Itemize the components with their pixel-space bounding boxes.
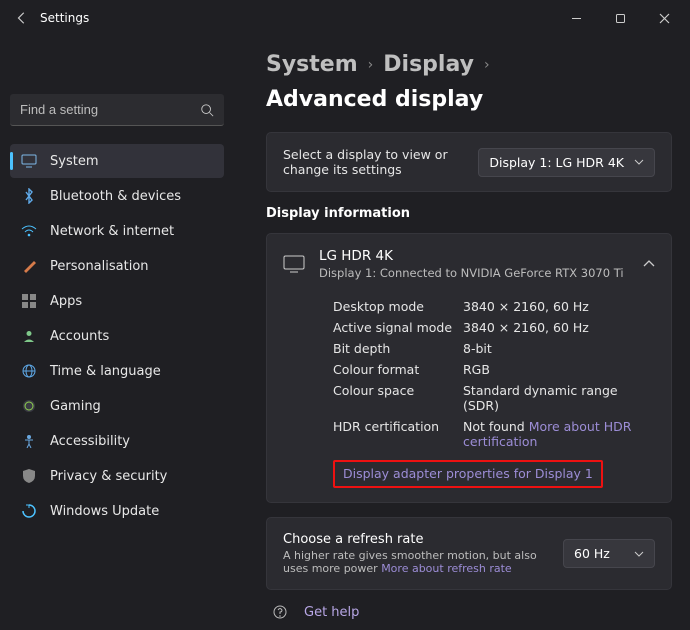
refresh-more-link[interactable]: More about refresh rate <box>381 562 512 575</box>
back-button[interactable] <box>4 11 40 25</box>
v-hdr-cert: Not found More about HDR certification <box>463 419 655 449</box>
v-colour-space: Standard dynamic range (SDR) <box>463 383 655 413</box>
select-display-panel: Select a display to view or change its s… <box>266 132 672 192</box>
nav-item-bluetooth[interactable]: Bluetooth & devices <box>10 179 224 213</box>
breadcrumb-display[interactable]: Display <box>383 52 474 77</box>
chevron-right-icon: › <box>484 57 490 73</box>
nav-label: System <box>50 154 98 169</box>
display-selector-value: Display 1: LG HDR 4K <box>489 155 624 170</box>
nav-item-system[interactable]: System <box>10 144 224 178</box>
select-display-text: Select a display to view or change its s… <box>283 147 462 177</box>
accounts-icon <box>20 327 38 345</box>
chevron-right-icon: › <box>368 57 374 73</box>
nav-item-time[interactable]: Time & language <box>10 354 224 388</box>
k-colour-space: Colour space <box>333 383 463 413</box>
display-info-card: LG HDR 4K Display 1: Connected to NVIDIA… <box>266 233 672 503</box>
refresh-rate-value: 60 Hz <box>574 546 610 561</box>
k-hdr-cert: HDR certification <box>333 419 463 449</box>
display-info-header[interactable]: LG HDR 4K Display 1: Connected to NVIDIA… <box>267 234 671 294</box>
k-desktop-mode: Desktop mode <box>333 299 463 314</box>
breadcrumb: System › Display › Advanced display <box>266 52 672 112</box>
v-bit-depth: 8-bit <box>463 341 655 356</box>
refresh-rate-panel: Choose a refresh rate A higher rate give… <box>266 517 672 590</box>
search-input[interactable] <box>20 102 200 117</box>
nav-label: Network & internet <box>50 224 174 239</box>
nav-item-network[interactable]: Network & internet <box>10 214 224 248</box>
display-info-title: Display information <box>266 206 672 221</box>
nav-label: Privacy & security <box>50 469 167 484</box>
hdr-cert-value: Not found <box>463 419 529 434</box>
nav-label: Apps <box>50 294 82 309</box>
refresh-sub: A higher rate gives smoother motion, but… <box>283 549 547 575</box>
nav-label: Accessibility <box>50 434 130 449</box>
nav-label: Accounts <box>50 329 109 344</box>
breadcrumb-current: Advanced display <box>266 87 483 112</box>
k-bit-depth: Bit depth <box>333 341 463 356</box>
nav-list: System Bluetooth & devices Network & int… <box>10 144 224 528</box>
nav-label: Time & language <box>50 364 161 379</box>
nav-item-personalisation[interactable]: Personalisation <box>10 249 224 283</box>
v-colour-format: RGB <box>463 362 655 377</box>
system-icon <box>20 152 38 170</box>
refresh-rate-dropdown[interactable]: 60 Hz <box>563 539 655 568</box>
get-help-label: Get help <box>304 605 359 620</box>
nav-item-apps[interactable]: Apps <box>10 284 224 318</box>
chevron-down-icon <box>634 159 644 165</box>
nav-item-accounts[interactable]: Accounts <box>10 319 224 353</box>
display-sub: Display 1: Connected to NVIDIA GeForce R… <box>319 266 629 280</box>
title-bar: Settings <box>0 0 690 36</box>
paint-icon <box>20 257 38 275</box>
close-button[interactable] <box>642 3 686 33</box>
nav-item-gaming[interactable]: Gaming <box>10 389 224 423</box>
window-controls <box>554 3 686 33</box>
nav-item-update[interactable]: Windows Update <box>10 494 224 528</box>
display-selector-dropdown[interactable]: Display 1: LG HDR 4K <box>478 148 655 177</box>
chevron-up-icon <box>643 260 655 268</box>
gaming-icon <box>20 397 38 415</box>
maximize-button[interactable] <box>598 3 642 33</box>
refresh-title: Choose a refresh rate <box>283 532 547 547</box>
chevron-down-icon <box>634 551 644 557</box>
nav-label: Personalisation <box>50 259 149 274</box>
v-active-signal: 3840 × 2160, 60 Hz <box>463 320 655 335</box>
nav-item-accessibility[interactable]: Accessibility <box>10 424 224 458</box>
nav-label: Windows Update <box>50 504 159 519</box>
get-help-link[interactable]: Get help <box>272 604 672 620</box>
globe-icon <box>20 362 38 380</box>
accessibility-icon <box>20 432 38 450</box>
search-icon <box>200 103 214 117</box>
minimize-button[interactable] <box>554 3 598 33</box>
v-desktop-mode: 3840 × 2160, 60 Hz <box>463 299 655 314</box>
display-info-body: Desktop mode3840 × 2160, 60 Hz Active si… <box>267 294 671 502</box>
bluetooth-icon <box>20 187 38 205</box>
help-icon <box>272 604 290 620</box>
sidebar: System Bluetooth & devices Network & int… <box>0 36 236 630</box>
wifi-icon <box>20 222 38 240</box>
search-box[interactable] <box>10 94 224 126</box>
apps-icon <box>20 292 38 310</box>
adapter-properties-link[interactable]: Display adapter properties for Display 1 <box>343 466 593 481</box>
window-title: Settings <box>40 11 89 25</box>
shield-icon <box>20 467 38 485</box>
update-icon <box>20 502 38 520</box>
display-name: LG HDR 4K <box>319 248 629 264</box>
highlight-box: Display adapter properties for Display 1 <box>333 460 603 488</box>
main-content: System › Display › Advanced display Sele… <box>236 36 690 630</box>
k-colour-format: Colour format <box>333 362 463 377</box>
nav-label: Gaming <box>50 399 101 414</box>
breadcrumb-system[interactable]: System <box>266 52 358 77</box>
nav-item-privacy[interactable]: Privacy & security <box>10 459 224 493</box>
monitor-icon <box>283 255 305 273</box>
k-active-signal: Active signal mode <box>333 320 463 335</box>
nav-label: Bluetooth & devices <box>50 189 181 204</box>
